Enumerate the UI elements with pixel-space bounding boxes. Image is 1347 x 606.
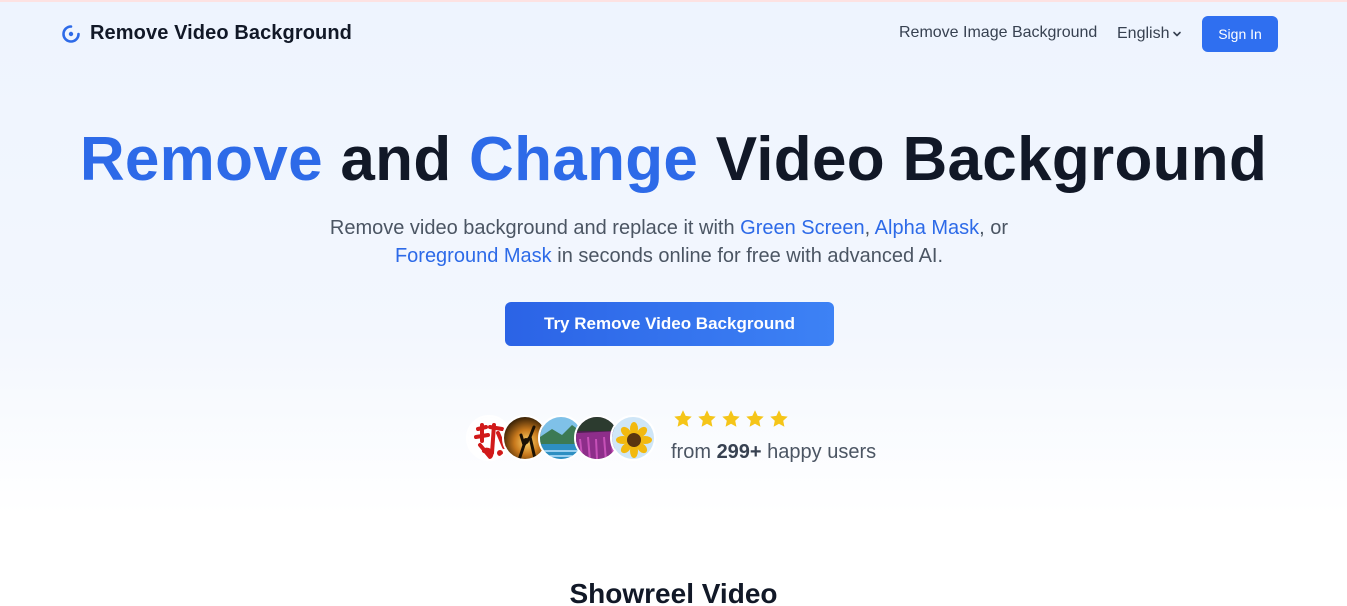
alpha-mask-link[interactable]: Alpha Mask	[875, 217, 980, 239]
hero-title-change: Change	[469, 125, 699, 194]
nav-remove-image-background[interactable]: Remove Image Background	[899, 24, 1097, 42]
avatar	[610, 415, 656, 461]
loading-spinner-icon	[62, 24, 80, 43]
user-count: 299+	[716, 441, 762, 463]
sunflower-avatar-image	[612, 417, 654, 459]
subtitle-text-2: ,	[864, 217, 875, 239]
site-header: Remove Video Background Remove Image Bac…	[0, 0, 1347, 68]
proof-from: from	[671, 441, 717, 463]
language-label: English	[1117, 25, 1170, 42]
star-icon	[674, 410, 692, 427]
chevron-down-icon	[1173, 31, 1182, 37]
showreel-section-title: Showreel Video	[569, 578, 778, 606]
user-avatars	[466, 415, 656, 461]
subtitle-text-4: in seconds online for free with advanced…	[551, 245, 944, 267]
star-icon	[770, 410, 788, 427]
star-icon	[698, 410, 716, 427]
foreground-mask-link[interactable]: Foreground Mask	[395, 245, 552, 267]
brand-logo-link[interactable]: Remove Video Background	[61, 22, 352, 45]
hero-subtitle: Remove video background and replace it w…	[273, 214, 1065, 270]
sign-in-button[interactable]: Sign In	[1202, 16, 1278, 52]
subtitle-text-1: Remove video background and replace it w…	[329, 217, 741, 239]
brand-title: Remove Video Background	[90, 22, 352, 44]
proof-suffix: happy users	[761, 441, 877, 463]
language-selector[interactable]: English	[1117, 25, 1182, 43]
star-icon	[722, 410, 740, 427]
star-icon	[746, 410, 764, 427]
try-remove-video-background-button[interactable]: Try Remove Video Background	[505, 302, 834, 346]
happy-users-text: from 299+ happy users	[671, 441, 876, 464]
subtitle-text-3: , or	[979, 217, 1009, 239]
green-screen-link[interactable]: Green Screen	[740, 217, 865, 239]
hero-title-rest: Video Background	[698, 125, 1268, 194]
hero-title: Remove and Change Video Background	[0, 122, 1347, 198]
rating-stars	[672, 408, 792, 430]
hero-title-and: and	[322, 125, 470, 194]
hero-title-remove: Remove	[79, 125, 323, 194]
